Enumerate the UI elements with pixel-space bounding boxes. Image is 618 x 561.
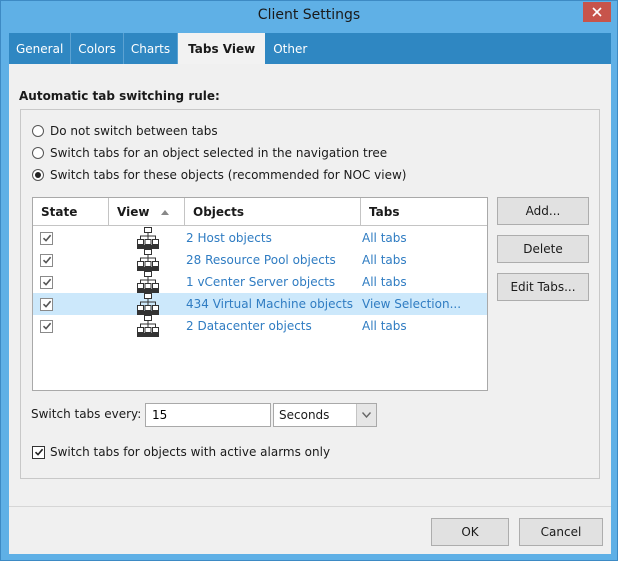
network-tree-icon	[137, 315, 159, 337]
radio-button[interactable]	[32, 169, 44, 181]
switch-interval-input[interactable]	[145, 403, 271, 427]
dialog-footer: OK Cancel	[9, 506, 611, 554]
row-state-checkbox[interactable]	[40, 253, 53, 267]
table-row[interactable]: 2 Host objects All tabs	[33, 227, 487, 249]
tab-other[interactable]: Other	[266, 33, 314, 64]
switch-interval-label: Switch tabs every:	[31, 407, 142, 421]
checkmark-icon	[42, 234, 51, 242]
title-bar[interactable]: Client Settings	[1, 1, 617, 33]
row-state-checkbox[interactable]	[40, 319, 53, 333]
row-objects-link[interactable]: 28 Resource Pool objects	[186, 249, 336, 271]
switching-rule-group: Do not switch between tabs Switch tabs f…	[20, 109, 600, 479]
interval-unit-select[interactable]: Seconds	[273, 403, 377, 427]
tabs-view-panel: Automatic tab switching rule: Do not swi…	[9, 64, 611, 554]
radio-button[interactable]	[32, 125, 44, 137]
tab-colors[interactable]: Colors	[71, 33, 124, 64]
row-tabs-link[interactable]: All tabs	[362, 227, 407, 249]
network-tree-icon	[137, 249, 159, 271]
checkmark-icon	[42, 300, 51, 308]
alarms-only-checkbox[interactable]	[32, 445, 45, 459]
ok-button[interactable]: OK	[431, 518, 509, 546]
cancel-button[interactable]: Cancel	[519, 518, 603, 546]
row-objects-link[interactable]: 434 Virtual Machine objects	[186, 293, 353, 315]
window-title: Client Settings	[257, 7, 361, 23]
alarms-only-option[interactable]: Switch tabs for objects with active alar…	[32, 445, 330, 459]
row-state-checkbox[interactable]	[40, 275, 53, 289]
row-objects-link[interactable]: 2 Host objects	[186, 227, 272, 249]
section-heading: Automatic tab switching rule:	[19, 89, 220, 103]
network-tree-icon	[137, 293, 159, 315]
radio-label: Do not switch between tabs	[50, 124, 218, 138]
table-row[interactable]: 1 vCenter Server objects All tabs	[33, 271, 487, 293]
close-icon	[592, 7, 602, 17]
network-tree-icon	[137, 227, 159, 249]
column-header-tabs[interactable]: Tabs	[361, 198, 487, 226]
row-tabs-link[interactable]: All tabs	[362, 249, 407, 271]
table-row[interactable]: 2 Datacenter objects All tabs	[33, 315, 487, 337]
column-header-objects[interactable]: Objects	[185, 198, 361, 226]
radio-button[interactable]	[32, 147, 44, 159]
tab-tabs-view[interactable]: Tabs View	[178, 33, 267, 64]
row-tabs-link[interactable]: All tabs	[362, 271, 407, 293]
row-tabs-link[interactable]: View Selection...	[362, 293, 461, 315]
radio-no-switch[interactable]: Do not switch between tabs	[32, 124, 218, 138]
tab-charts[interactable]: Charts	[124, 33, 179, 64]
row-objects-link[interactable]: 1 vCenter Server objects	[186, 271, 335, 293]
tab-strip: General Colors Charts Tabs View Other	[9, 33, 611, 64]
edit-tabs-button[interactable]: Edit Tabs...	[497, 273, 589, 301]
objects-table[interactable]: State View Objects Tabs 2 Host objects A…	[32, 197, 488, 391]
row-state-checkbox[interactable]	[40, 231, 53, 245]
column-header-view[interactable]: View	[109, 198, 185, 226]
row-state-checkbox[interactable]	[40, 297, 53, 311]
radio-label: Switch tabs for an object selected in th…	[50, 146, 388, 160]
row-tabs-link[interactable]: All tabs	[362, 315, 407, 337]
sort-ascending-icon	[161, 209, 170, 215]
delete-button[interactable]: Delete	[497, 235, 589, 263]
radio-switch-selected[interactable]: Switch tabs for an object selected in th…	[32, 146, 387, 160]
column-header-state[interactable]: State	[33, 198, 109, 226]
interval-unit-value: Seconds	[279, 408, 330, 422]
table-row[interactable]: 28 Resource Pool objects All tabs	[33, 249, 487, 271]
client-settings-window: Client Settings General Colors Charts Ta…	[0, 0, 618, 561]
tab-general[interactable]: General	[9, 33, 72, 64]
network-tree-icon	[137, 271, 159, 293]
checkmark-icon	[42, 256, 51, 264]
close-button[interactable]	[583, 2, 611, 22]
radio-label: Switch tabs for these objects (recommend…	[50, 168, 407, 182]
table-header: State View Objects Tabs	[33, 198, 487, 226]
dropdown-button[interactable]	[356, 404, 376, 426]
table-row-selected[interactable]: 434 Virtual Machine objects View Selecti…	[33, 293, 487, 315]
checkmark-icon	[34, 448, 43, 456]
add-button[interactable]: Add...	[497, 197, 589, 225]
checkmark-icon	[42, 322, 51, 330]
row-objects-link[interactable]: 2 Datacenter objects	[186, 315, 312, 337]
chevron-down-icon	[362, 412, 371, 418]
checkmark-icon	[42, 278, 51, 286]
radio-switch-objects[interactable]: Switch tabs for these objects (recommend…	[32, 168, 406, 182]
alarms-only-label: Switch tabs for objects with active alar…	[50, 445, 331, 459]
